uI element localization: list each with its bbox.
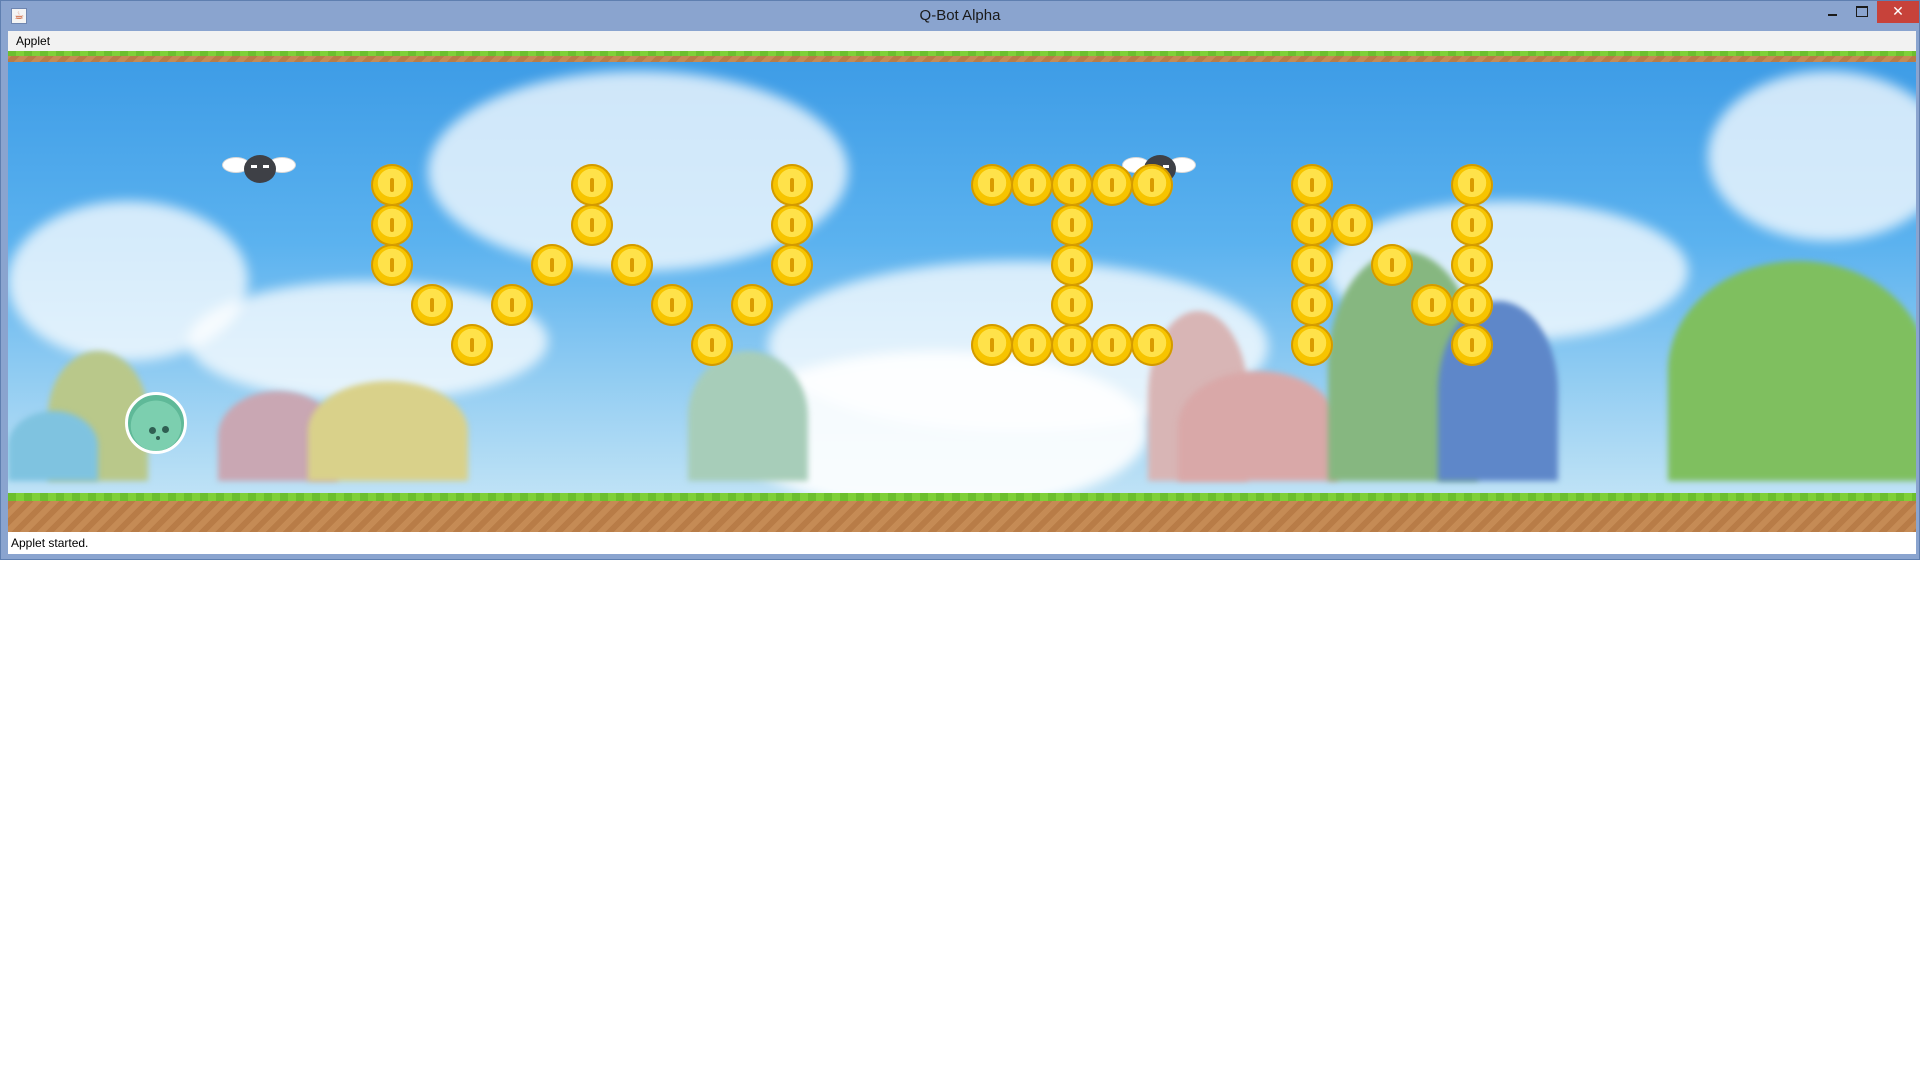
- gold-coin-icon: [1451, 164, 1493, 206]
- gold-coin-icon: [1331, 204, 1373, 246]
- gold-coin-icon: [1291, 204, 1333, 246]
- gold-coin-icon: [1051, 244, 1093, 286]
- close-icon: ✕: [1892, 4, 1904, 20]
- gold-coin-icon: [491, 284, 533, 326]
- cloud: [1708, 71, 1916, 241]
- gold-coin-icon: [1291, 164, 1333, 206]
- gold-coin-icon: [371, 164, 413, 206]
- gold-coin-icon: [1451, 204, 1493, 246]
- gold-coin-icon: [1291, 244, 1333, 286]
- player-spot: [162, 426, 169, 433]
- gold-coin-icon: [1411, 284, 1453, 326]
- minimize-button[interactable]: [1819, 1, 1847, 23]
- player-bubble: [125, 392, 187, 454]
- status-bar: Applet started.: [8, 532, 1916, 554]
- gold-coin-icon: [651, 284, 693, 326]
- gold-coin-icon: [531, 244, 573, 286]
- gold-coin-icon: [371, 244, 413, 286]
- hill: [308, 381, 468, 481]
- hill: [688, 351, 808, 481]
- eye-icon: [263, 165, 269, 168]
- gold-coin-icon: [451, 324, 493, 366]
- maximize-button[interactable]: [1847, 1, 1875, 23]
- hill: [8, 411, 98, 481]
- gold-coin-icon: [971, 164, 1013, 206]
- menu-applet[interactable]: Applet: [16, 34, 50, 48]
- close-button[interactable]: ✕: [1877, 1, 1919, 23]
- gold-coin-icon: [1291, 324, 1333, 366]
- hill: [1668, 261, 1916, 481]
- gold-coin-icon: [771, 244, 813, 286]
- gold-coin-icon: [771, 164, 813, 206]
- player-spot: [156, 436, 160, 440]
- gold-coin-icon: [1451, 324, 1493, 366]
- status-text: Applet started.: [11, 536, 89, 550]
- menu-bar: Applet: [8, 31, 1916, 51]
- gold-coin-icon: [1011, 324, 1053, 366]
- applet-window: ☕ Q-Bot Alpha ✕ Applet Applet started.: [0, 0, 1920, 560]
- gold-coin-icon: [1051, 164, 1093, 206]
- gold-coin-icon: [1091, 164, 1133, 206]
- gold-coin-icon: [1291, 284, 1333, 326]
- title-bar[interactable]: ☕ Q-Bot Alpha ✕: [1, 1, 1919, 31]
- gold-coin-icon: [731, 284, 773, 326]
- gold-coin-icon: [1131, 164, 1173, 206]
- top-grass: [8, 51, 1916, 56]
- gold-coin-icon: [571, 164, 613, 206]
- gold-coin-icon: [611, 244, 653, 286]
- enemy-body: [244, 155, 276, 183]
- grass: [8, 493, 1916, 501]
- gold-coin-icon: [691, 324, 733, 366]
- gold-coin-icon: [771, 204, 813, 246]
- game-canvas[interactable]: [8, 51, 1916, 532]
- gold-coin-icon: [571, 204, 613, 246]
- gold-coin-icon: [1051, 284, 1093, 326]
- cloud: [8, 201, 248, 361]
- minimize-icon: [1828, 14, 1837, 16]
- hill: [1178, 371, 1338, 481]
- gold-coin-icon: [1091, 324, 1133, 366]
- window-title: Q-Bot Alpha: [919, 7, 1001, 24]
- gold-coin-icon: [1131, 324, 1173, 366]
- gold-coin-icon: [1051, 324, 1093, 366]
- player-spot: [149, 427, 156, 434]
- gold-coin-icon: [1011, 164, 1053, 206]
- gold-coin-icon: [1451, 284, 1493, 326]
- gold-coin-icon: [971, 324, 1013, 366]
- gold-coin-icon: [1371, 244, 1413, 286]
- maximize-icon: [1856, 6, 1868, 17]
- gold-coin-icon: [1051, 204, 1093, 246]
- gold-coin-icon: [371, 204, 413, 246]
- gold-coin-icon: [411, 284, 453, 326]
- eye-icon: [251, 165, 257, 168]
- hill: [1438, 301, 1558, 481]
- gold-coin-icon: [1451, 244, 1493, 286]
- winged-enemy: [222, 151, 296, 187]
